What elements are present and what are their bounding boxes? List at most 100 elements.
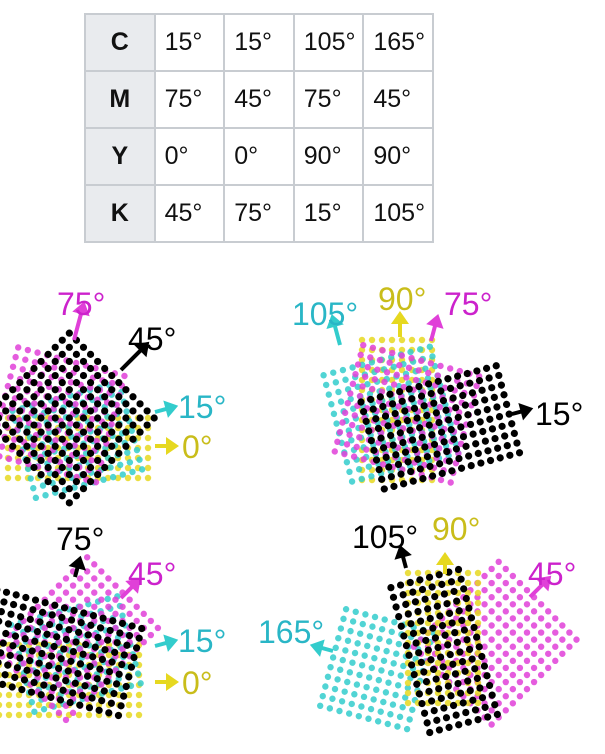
halftone-dot: [362, 611, 369, 618]
halftone-dot: [495, 413, 504, 421]
halftone-dot: [387, 584, 395, 592]
halftone-dot: [144, 464, 152, 472]
halftone-dot: [353, 681, 361, 688]
table-cell: 45°: [223, 70, 295, 129]
halftone-dot: [19, 603, 27, 611]
halftone-dot: [382, 689, 390, 696]
halftone-dot: [360, 693, 368, 701]
halftone-dot: [418, 336, 426, 344]
halftone-dot: [378, 475, 386, 483]
black-angle-label: 75°: [56, 521, 104, 557]
halftone-dot: [523, 629, 531, 636]
halftone-dot: [322, 683, 329, 690]
halftone-dot: [495, 558, 502, 566]
halftone-dot: [530, 608, 538, 615]
halftone-dot: [358, 662, 366, 669]
halftone-dot: [559, 622, 566, 629]
halftone-dot: [326, 705, 334, 712]
halftone-dot: [566, 643, 573, 650]
halftone-dot: [331, 448, 338, 455]
halftone-dot: [150, 414, 158, 422]
halftone-dot: [506, 451, 514, 459]
halftone-dot: [327, 663, 334, 671]
halftone-dot: [496, 454, 504, 462]
halftone-dot: [0, 701, 3, 709]
halftone-dot: [404, 689, 412, 697]
halftone-dot: [509, 643, 517, 650]
table-cell: 105°: [292, 13, 365, 72]
halftone-dot: [15, 344, 22, 351]
halftone-dot: [31, 596, 40, 604]
halftone-dot: [545, 622, 552, 629]
halftone-dot: [4, 474, 12, 482]
halftone-dot: [392, 603, 400, 611]
halftone-dot: [5, 701, 13, 709]
halftone-dot: [147, 631, 155, 639]
panel-top-left: 75° 45°15° 0°: [0, 286, 226, 507]
halftone-dot: [488, 594, 495, 601]
halftone-dot: [129, 393, 137, 401]
halftone-dot: [369, 623, 376, 630]
halftone-dot: [58, 336, 66, 344]
halftone-dot: [51, 343, 59, 351]
cyan-angle-label: 15°: [178, 389, 226, 425]
halftone-dot: [409, 706, 416, 713]
halftone-dot: [488, 425, 497, 433]
halftone-dot: [437, 476, 445, 484]
halftone-dot: [462, 708, 470, 717]
halftone-dot: [114, 711, 123, 720]
halftone-dot: [105, 575, 112, 582]
halftone-dot: [481, 572, 488, 580]
halftone-dot: [488, 384, 496, 392]
halftone-dot: [552, 657, 559, 665]
halftone-dot: [495, 601, 502, 608]
halftone-dot: [495, 629, 502, 636]
halftone-dot: [104, 595, 111, 603]
halftone-dot: [488, 608, 495, 615]
halftone-dot: [2, 588, 11, 596]
halftone-dot: [355, 712, 363, 720]
halftone-dot: [476, 418, 484, 426]
yellow-angle-label: 0°: [182, 665, 213, 701]
halftone-dot: [495, 371, 503, 380]
halftone-dot: [359, 620, 366, 628]
halftone-dot: [125, 701, 133, 709]
ink-header-m: M: [84, 70, 156, 129]
halftone-dot: [530, 664, 538, 672]
halftone-dot: [126, 596, 133, 603]
halftone-dot: [380, 657, 388, 664]
halftone-dot: [484, 447, 492, 455]
halftone-dot: [375, 676, 383, 684]
halftone-dot: [337, 625, 345, 632]
halftone-dot: [502, 707, 509, 714]
halftone-dot: [493, 403, 501, 411]
halftone-dot: [482, 364, 491, 372]
halftone-dot: [358, 703, 365, 710]
halftone-dot: [502, 693, 509, 700]
arrow-head: [436, 552, 454, 565]
halftone-dot: [495, 657, 502, 665]
halftone-dot: [44, 350, 52, 358]
halftone-dot: [396, 581, 405, 589]
halftone-dot: [112, 582, 119, 589]
halftone-dot: [552, 629, 559, 636]
halftone-dot: [357, 630, 364, 637]
halftone-dot: [537, 643, 545, 650]
halftone-dot: [566, 629, 573, 636]
halftone-dot: [479, 427, 487, 436]
halftone-dot: [394, 682, 402, 689]
halftone-dot: [488, 664, 495, 672]
halftone-dot: [55, 582, 63, 589]
halftone-dot: [69, 582, 77, 589]
halftone-dot: [502, 608, 509, 615]
halftone-dot: [404, 610, 412, 618]
halftone-dot: [392, 691, 399, 699]
halftone-dot: [488, 579, 495, 587]
halftone-dot: [0, 680, 7, 689]
halftone-dot: [509, 572, 517, 580]
halftone-dot: [86, 350, 95, 358]
halftone-dot: [397, 672, 404, 679]
halftone-dot: [339, 366, 347, 374]
halftone-dot: [133, 603, 140, 610]
halftone-dot: [545, 650, 552, 657]
